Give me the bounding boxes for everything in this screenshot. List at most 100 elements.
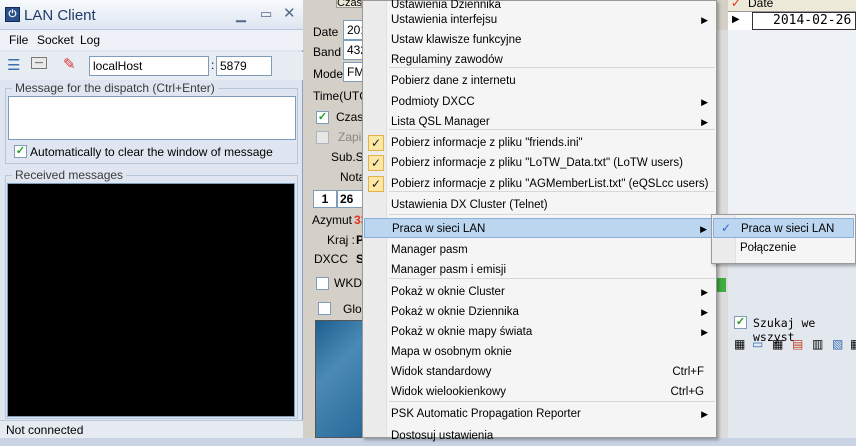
- menu-item-label: Podmioty DXCC: [391, 96, 475, 108]
- tab-czas[interactable]: Czas: [336, 0, 362, 8]
- menu-item[interactable]: Ustawienia DX Cluster (Telnet): [364, 195, 716, 215]
- czas-label: Czas: [336, 110, 364, 124]
- menu-shortcut: Ctrl+F: [672, 366, 704, 378]
- minimize-icon[interactable]: ▁: [236, 7, 246, 23]
- menu-item[interactable]: Pokaż w oknie mapy świata ▶: [364, 322, 716, 342]
- kraj-label: Kraj :: [327, 233, 356, 247]
- menu-bar: File Socket Log: [0, 30, 303, 50]
- czas-checkbox[interactable]: [316, 111, 329, 124]
- submenu-arrow-icon: ▶: [701, 307, 708, 317]
- table-date-cell[interactable]: 2014-02-26: [752, 12, 856, 30]
- window-title: LAN Client: [24, 7, 96, 24]
- status-bar: Not connected: [0, 420, 303, 438]
- menu-item-label: PSK Automatic Propagation Reporter: [391, 408, 581, 420]
- wkd-checkbox[interactable]: [316, 277, 329, 290]
- submenu-arrow-icon: ▶: [700, 224, 707, 234]
- check-icon: ✓: [368, 155, 384, 171]
- received-label: Received messages: [12, 168, 127, 182]
- table-icon[interactable]: ▦: [772, 337, 783, 351]
- glob-checkbox[interactable]: [318, 302, 331, 315]
- maximize-icon[interactable]: ▭: [260, 6, 272, 22]
- menu-item[interactable]: Mapa w osobnym oknie: [364, 342, 716, 362]
- date-label: Date: [313, 25, 339, 39]
- dispatch-textarea[interactable]: [8, 96, 296, 140]
- date-column-header[interactable]: Date: [748, 0, 773, 10]
- menu-item-label: Pokaż w oknie Cluster: [391, 286, 505, 298]
- port-input[interactable]: 5879: [216, 56, 272, 76]
- message-icon[interactable]: —: [31, 57, 47, 69]
- submenu-item[interactable]: Praca w sieci LAN ✓: [713, 218, 854, 238]
- world-map-panel[interactable]: [315, 320, 363, 438]
- dxcc-label: DXCC: [314, 252, 349, 266]
- menu-item-label: Manager pasm i emisji: [391, 264, 507, 276]
- grid-cell-2[interactable]: 26: [337, 190, 365, 208]
- erase-icon[interactable]: ✎: [63, 55, 76, 73]
- host-input[interactable]: localHost: [89, 56, 209, 76]
- lan-client-window: ⏻ LAN Client ▁ ▭ ✕ File Socket Log ☰ — ✎…: [0, 0, 303, 438]
- qso-form: Czas Date 201 Band 432 Mode FM Time(UTC)…: [303, 0, 372, 438]
- received-messages-area[interactable]: [7, 183, 295, 417]
- menu-item[interactable]: Dostosuj ustawienia: [364, 426, 716, 446]
- list-icon[interactable]: ▥: [812, 337, 823, 351]
- new-icon[interactable]: ▭: [752, 337, 763, 351]
- export-icon[interactable]: ▧: [832, 337, 843, 351]
- menu-shortcut: Ctrl+G: [670, 386, 704, 398]
- search-all-checkbox[interactable]: [734, 316, 747, 329]
- check-icon: ✓: [368, 176, 384, 192]
- autoclear-checkbox[interactable]: [14, 145, 27, 158]
- menu-file[interactable]: File: [9, 33, 28, 47]
- menu-item[interactable]: Ustawienia interfejsu ▶: [364, 10, 716, 30]
- wkd-label: WKD: [334, 276, 362, 290]
- menu-item[interactable]: Pokaż w oknie Cluster ▶: [364, 282, 716, 302]
- connect-icon[interactable]: ☰: [7, 56, 20, 74]
- grid-cell-1[interactable]: 1: [313, 190, 337, 208]
- menu-item-label: Ustawienia DX Cluster (Telnet): [391, 199, 548, 211]
- menu-item[interactable]: PSK Automatic Propagation Reporter ▶: [364, 404, 716, 424]
- menu-item[interactable]: Widok standardowy Ctrl+F: [364, 362, 716, 382]
- menu-item[interactable]: Pokaż w oknie Dziennika ▶: [364, 302, 716, 322]
- search-panel: Szukaj we wszyst ▦ ▭ ▦ ▤ ▥ ▧ ▦: [728, 262, 856, 438]
- menu-item-label: Regulaminy zawodów: [391, 54, 503, 66]
- grid-icon[interactable]: ▦: [734, 337, 745, 351]
- zapis-checkbox[interactable]: [316, 131, 329, 144]
- submenu-item[interactable]: Połączenie: [713, 238, 854, 258]
- azimuth-label: Azymut: [312, 213, 353, 227]
- menu-item[interactable]: Regulaminy zawodów: [364, 50, 716, 70]
- menu-item[interactable]: Widok wielookienkowy Ctrl+G: [364, 382, 716, 402]
- submenu-item-label: Połączenie: [740, 242, 797, 254]
- table-header: ✓ Date: [728, 0, 856, 12]
- menu-item[interactable]: Manager pasm i emisji: [364, 260, 716, 280]
- menu-item-label: Manager pasm: [391, 244, 468, 256]
- menu-log[interactable]: Log: [80, 33, 100, 47]
- menu-item[interactable]: Pobierz dane z internetu: [364, 71, 716, 91]
- port-separator: :: [211, 58, 215, 72]
- more-icon[interactable]: ▦: [850, 337, 856, 351]
- close-icon[interactable]: ✕: [283, 4, 296, 22]
- submenu-arrow-icon: ▶: [701, 327, 708, 337]
- menu-item[interactable]: Manager pasm: [364, 240, 716, 260]
- title-bar: ⏻ LAN Client ▁ ▭ ✕: [0, 0, 303, 30]
- chart-icon[interactable]: ▤: [792, 337, 803, 351]
- mode-label: Mode: [313, 67, 344, 81]
- menu-item[interactable]: Pobierz informacje z pliku "AGMemberList…: [364, 174, 716, 194]
- menu-item-label: Pokaż w oknie Dziennika: [391, 306, 519, 318]
- menu-item-label: Pobierz informacje z pliku "friends.ini": [391, 137, 583, 149]
- menu-item-label: Dostosuj ustawienia: [391, 430, 494, 442]
- menu-item[interactable]: Pobierz informacje z pliku "friends.ini"…: [364, 133, 716, 153]
- menu-item-label: Ustaw klawisze funkcyjne: [391, 34, 522, 46]
- toolbar: ☰ — ✎ localHost : 5879: [0, 52, 303, 80]
- submenu-arrow-icon: ▶: [701, 287, 708, 297]
- menu-item[interactable]: Pobierz informacje z pliku "LoTW_Data.tx…: [364, 153, 716, 173]
- menu-item-label: Pobierz dane z internetu: [391, 75, 516, 87]
- green-indicator: [716, 278, 726, 292]
- menu-item[interactable]: Praca w sieci LAN ▶: [364, 218, 716, 238]
- search-toolbar: ▦ ▭ ▦ ▤ ▥ ▧ ▦: [734, 337, 856, 355]
- check-icon: ✓: [368, 135, 384, 151]
- menu-item[interactable]: Lista QSL Manager ▶: [364, 112, 716, 132]
- table-row[interactable]: ▶ 2014-02-26: [728, 12, 856, 30]
- menu-item[interactable]: Ustaw klawisze funkcyjne: [364, 30, 716, 50]
- context-menu: Ustawienia Dziennika Ustawienia interfejs…: [362, 0, 717, 442]
- menu-socket[interactable]: Socket: [37, 33, 74, 47]
- lan-submenu: Praca w sieci LAN ✓ Połączenie: [711, 214, 856, 264]
- menu-item[interactable]: Podmioty DXCC ▶: [364, 92, 716, 112]
